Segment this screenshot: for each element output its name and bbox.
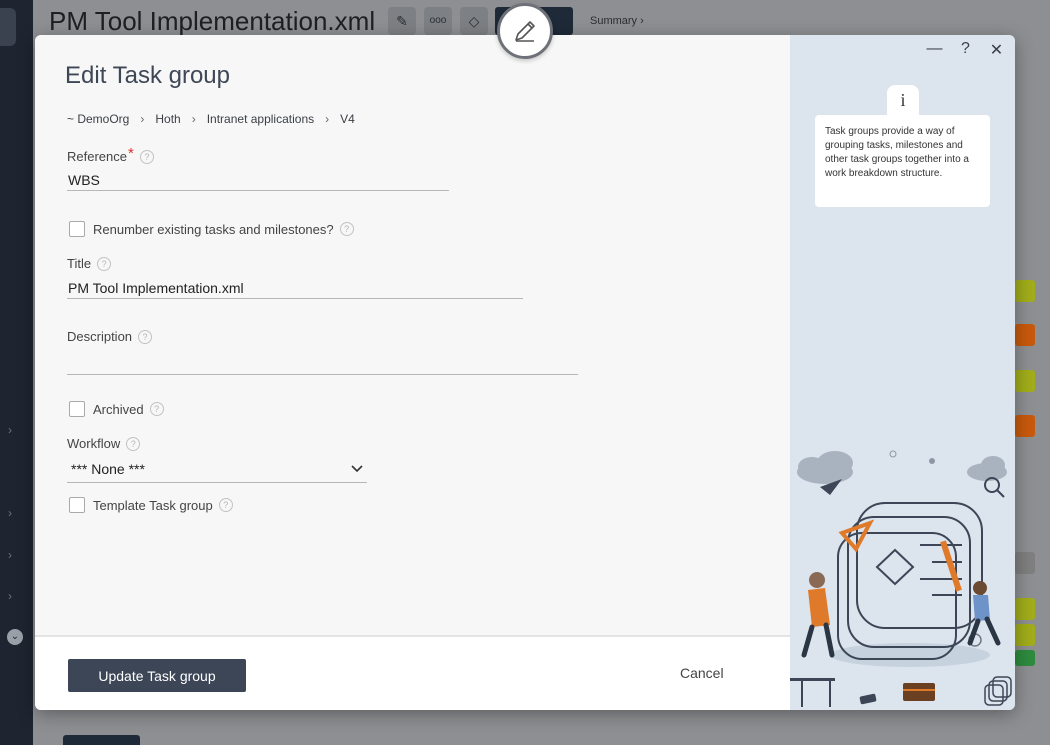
help-icon[interactable]: ? [339, 222, 354, 236]
app-sidebar: › › › › ⌄ [0, 0, 33, 745]
status-chip [1015, 552, 1035, 574]
help-icon[interactable]: ? [139, 149, 154, 164]
workflow-selected-value: *** None *** [71, 461, 145, 477]
description-label: Description ? [67, 329, 153, 344]
edit-task-group-dialog: Edit Task group ~ DemoOrg › Hoth › Intra… [35, 35, 1015, 710]
summary-link[interactable]: Summary › [590, 15, 644, 27]
archived-label: Archived [93, 401, 144, 417]
status-chip [1015, 324, 1035, 346]
renumber-row: Renumber existing tasks and milestones? … [69, 221, 354, 237]
breadcrumb-portfolio[interactable]: Hoth [155, 112, 180, 126]
help-icon[interactable]: ? [218, 498, 233, 512]
more-icon[interactable]: ooo [424, 7, 452, 35]
template-row: Template Task group ? [69, 497, 233, 513]
template-label: Template Task group [93, 497, 213, 513]
help-icon[interactable]: ? [138, 329, 153, 344]
task-group-illustration [790, 450, 1012, 707]
status-chip [1015, 370, 1035, 392]
status-chip [1015, 598, 1035, 620]
description-input[interactable] [67, 353, 578, 375]
dialog-footer: Update Task group Cancel [35, 635, 790, 710]
workflow-label-text: Workflow [67, 436, 121, 451]
sidebar-pill [0, 8, 16, 46]
info-bubble: Task groups provide a way of grouping ta… [815, 115, 990, 207]
reference-input[interactable] [67, 169, 449, 191]
breadcrumb: ~ DemoOrg › Hoth › Intranet applications… [67, 112, 355, 126]
help-icon[interactable]: ? [126, 436, 141, 451]
status-chip [1015, 624, 1035, 646]
title-label: Title ? [67, 256, 112, 271]
minimize-icon[interactable]: — [926, 40, 943, 60]
title-input[interactable] [67, 277, 523, 299]
window-controls: — ? ✕ [926, 40, 1005, 60]
title-label-text: Title [67, 256, 92, 271]
template-checkbox[interactable] [69, 497, 85, 513]
chevron-right-icon: › [191, 112, 196, 126]
description-label-text: Description [67, 329, 133, 344]
chevron-right-icon: › [140, 112, 145, 126]
chevron-right-icon[interactable]: › [8, 589, 22, 603]
close-icon[interactable]: ✕ [988, 40, 1005, 60]
breadcrumb-project[interactable]: Intranet applications [207, 112, 314, 126]
status-chip [1015, 650, 1035, 666]
form-area: Edit Task group ~ DemoOrg › Hoth › Intra… [35, 35, 790, 635]
background-button[interactable] [63, 735, 140, 745]
required-marker: * [127, 145, 134, 162]
renumber-checkbox[interactable] [69, 221, 85, 237]
workflow-select[interactable]: *** None *** [67, 456, 367, 483]
help-icon[interactable]: ? [957, 40, 974, 60]
cancel-button[interactable]: Cancel [680, 665, 724, 681]
chevron-down-circle-icon[interactable]: ⌄ [7, 629, 23, 645]
info-icon: i [887, 85, 919, 119]
breadcrumb-org[interactable]: ~ DemoOrg [67, 112, 129, 126]
status-chip [1015, 280, 1035, 302]
reference-label: Reference * ? [67, 145, 154, 165]
archived-row: Archived ? [69, 401, 164, 417]
workflow-label: Workflow ? [67, 436, 141, 451]
edit-pencil-icon [497, 3, 553, 59]
breadcrumb-version[interactable]: V4 [340, 112, 355, 126]
chevron-right-icon[interactable]: › [8, 423, 22, 437]
chevron-right-icon[interactable]: › [8, 506, 22, 520]
help-icon[interactable]: ? [97, 256, 112, 271]
edit-icon[interactable]: ✎ [388, 7, 416, 35]
chevron-down-icon [351, 462, 363, 476]
archived-checkbox[interactable] [69, 401, 85, 417]
update-task-group-button[interactable]: Update Task group [68, 659, 246, 692]
chevron-right-icon: › [325, 112, 330, 126]
dialog-title: Edit Task group [65, 62, 230, 89]
renumber-label: Renumber existing tasks and milestones? [93, 221, 334, 237]
status-chip [1015, 415, 1035, 437]
help-side-panel: — ? ✕ i Task groups provide a way of gro… [790, 35, 1015, 710]
help-icon[interactable]: ? [149, 402, 164, 416]
chevron-right-icon[interactable]: › [8, 548, 22, 562]
tag-icon[interactable]: ◇ [460, 7, 488, 35]
background-page-title: PM Tool Implementation.xml [49, 6, 376, 36]
reference-label-text: Reference [67, 149, 127, 164]
